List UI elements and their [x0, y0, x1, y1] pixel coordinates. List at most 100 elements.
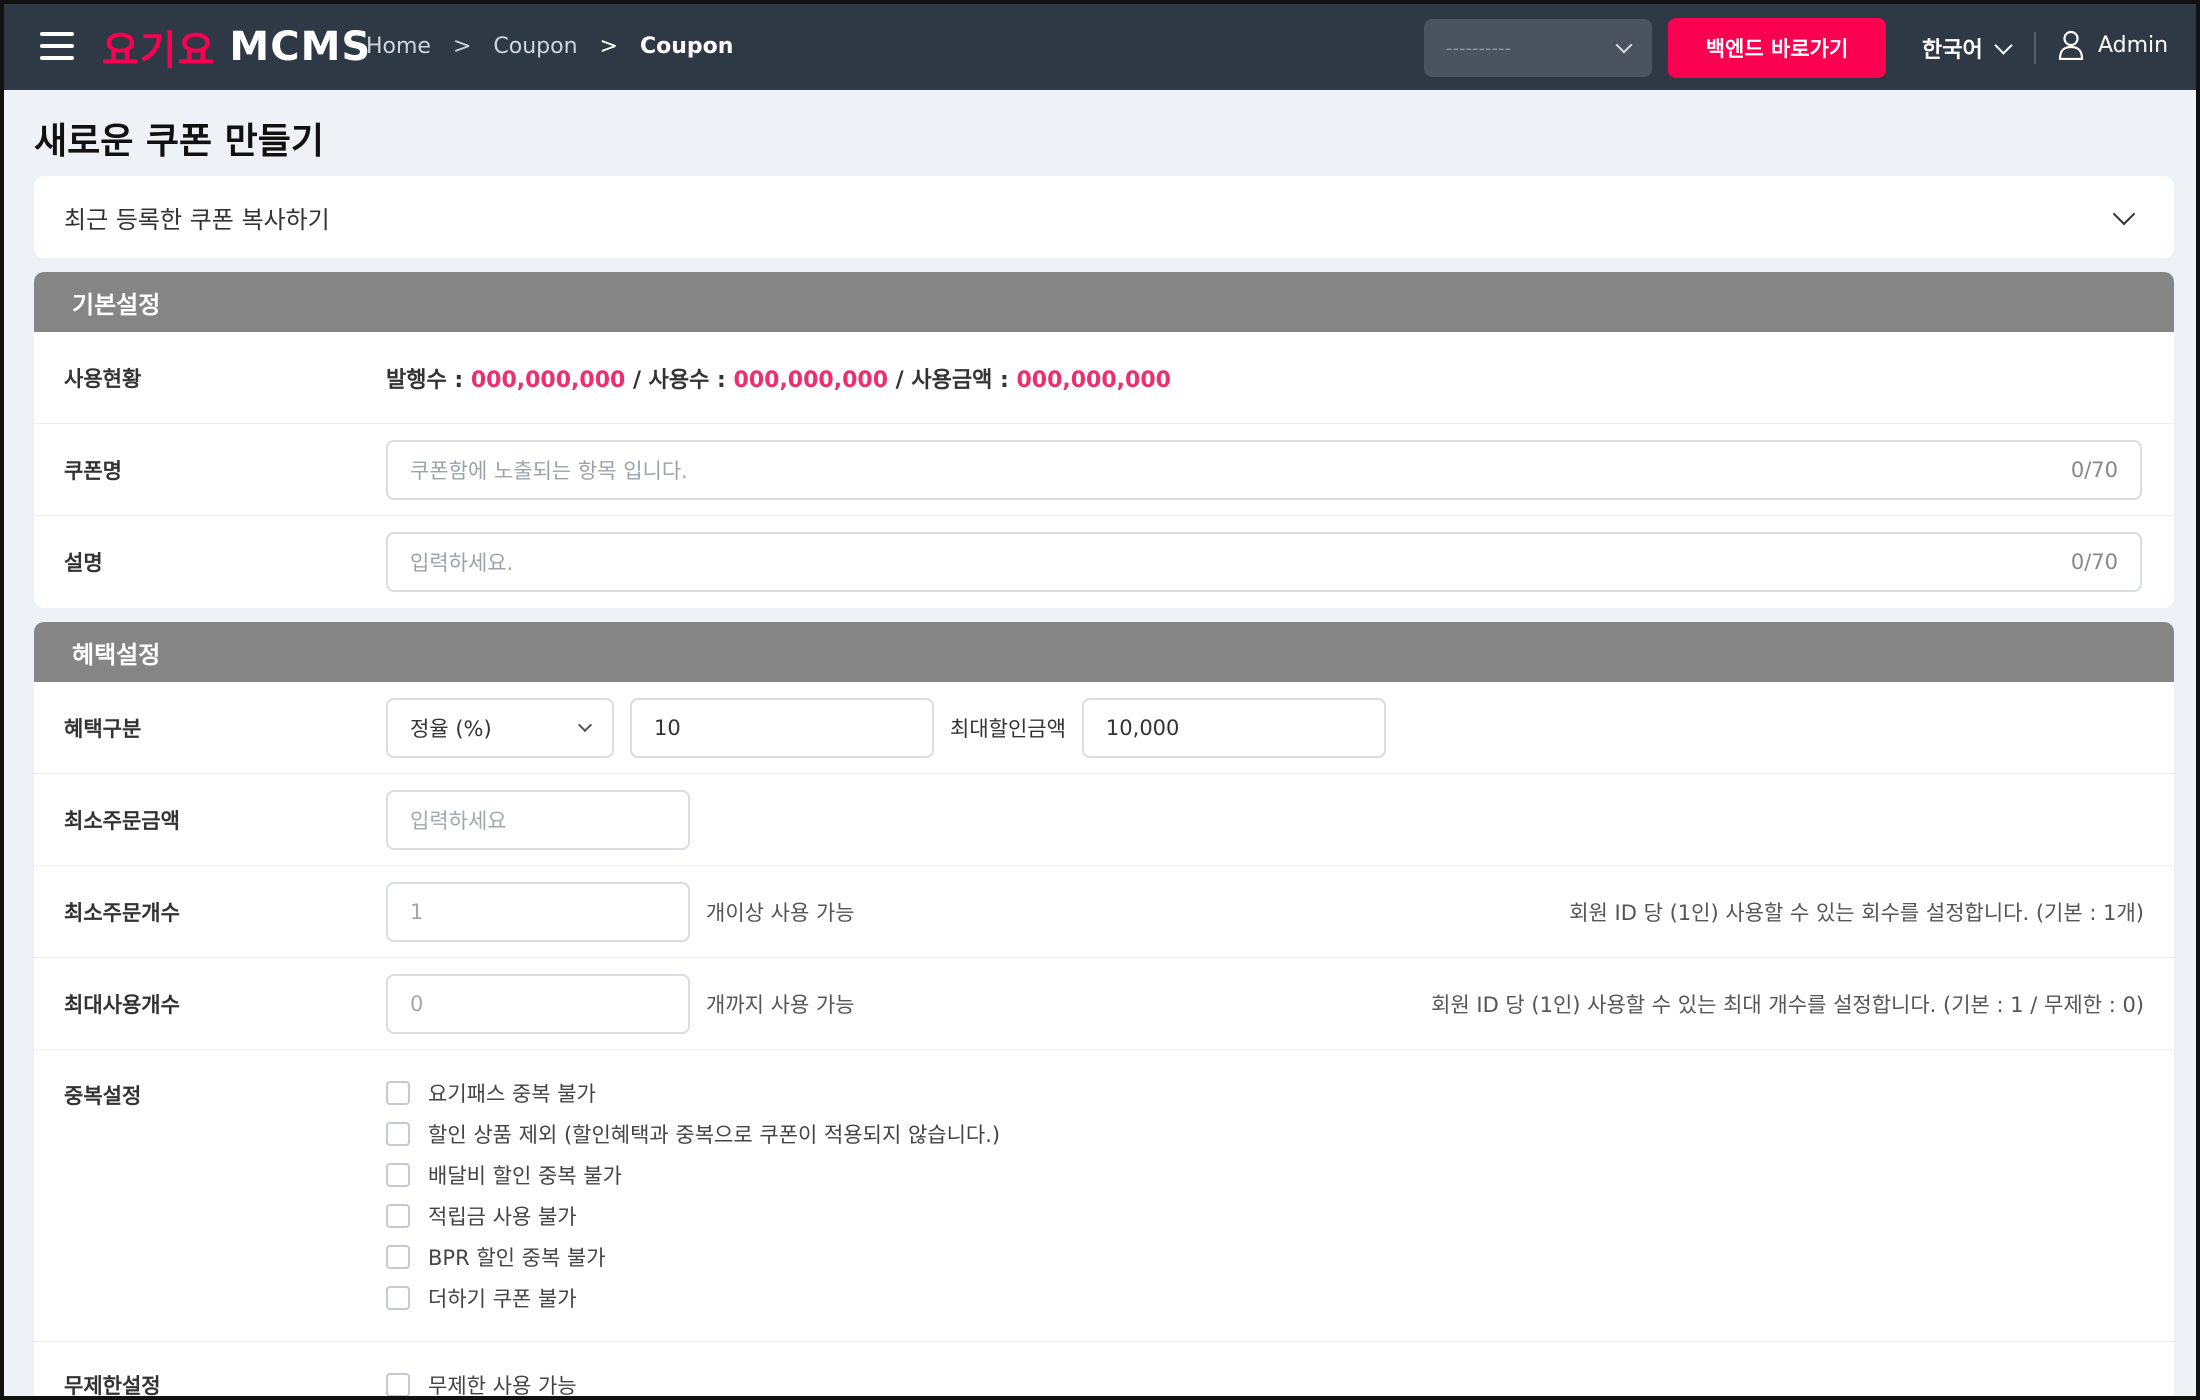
issued-label: 발행수 : [386, 367, 471, 393]
duplicate-option-label: 적립금 사용 불가 [428, 1204, 577, 1229]
basic-settings-section: 기본설정 사용현황 발행수 : 000,000,000 / 사용수 : 000,… [34, 272, 2174, 608]
amount-value: 000,000,000 [1016, 367, 1171, 393]
divider [2034, 32, 2036, 64]
duplicate-options: 요기패스 중복 불가 할인 상품 제외 (할인혜택과 중복으로 쿠폰이 적용되지… [386, 1072, 1000, 1318]
unlimited-row: 무제한설정 무제한 사용 가능 [34, 1342, 2174, 1398]
max-use-hint: 회원 ID 당 (1인) 사용할 수 있는 최대 개수를 설정합니다. (기본 … [1431, 992, 2144, 1017]
site-select[interactable]: ---------- [1424, 19, 1652, 77]
usage-row: 사용현황 발행수 : 000,000,000 / 사용수 : 000,000,0… [34, 332, 2174, 424]
description-char-count: 0/70 [2070, 550, 2118, 574]
breadcrumb-coupon[interactable]: Coupon [493, 34, 577, 59]
page-title: 새로운 쿠폰 만들기 [34, 121, 325, 162]
min-order-count-row: 최소주문개수 1 개이상 사용 가능 회원 ID 당 (1인) 사용할 수 있는… [34, 866, 2174, 958]
duplicate-option[interactable]: 적립금 사용 불가 [386, 1195, 1000, 1236]
min-order-count-placeholder: 1 [410, 899, 424, 924]
usage-stats: 발행수 : 000,000,000 / 사용수 : 000,000,000 / … [386, 362, 1171, 394]
max-use-input[interactable]: 0 [386, 973, 690, 1034]
benefit-type-row: 혜택구분 정율 (%) 10 최대할인금액 10,000 [34, 682, 2174, 774]
duplicate-option-label: 더하기 쿠폰 불가 [428, 1286, 577, 1311]
chevron-right-icon: > [599, 34, 618, 59]
checkbox[interactable] [386, 1121, 410, 1146]
description-label: 설명 [64, 551, 103, 575]
description-row: 설명 입력하세요. 0/70 [34, 516, 2174, 608]
max-use-row: 최대사용개수 0 개까지 사용 가능 회원 ID 당 (1인) 사용할 수 있는… [34, 958, 2174, 1050]
benefit-type-label: 혜택구분 [64, 716, 142, 741]
backend-shortcut-button[interactable]: 백엔드 바로가기 [1668, 18, 1886, 78]
duplicate-option[interactable]: BPR 할인 중복 불가 [386, 1236, 1000, 1277]
coupon-name-input[interactable]: 쿠폰함에 노출되는 항목 입니다. 0/70 [386, 439, 2142, 500]
copy-recent-coupon-label: 최근 등록한 쿠폰 복사하기 [64, 205, 330, 234]
logo-product: MCMS [229, 24, 372, 70]
duplicate-option[interactable]: 배달비 할인 중복 불가 [386, 1154, 1000, 1195]
section-title: 혜택설정 [34, 622, 2174, 682]
checkbox[interactable] [386, 1372, 410, 1396]
chevron-down-icon [2112, 202, 2136, 226]
benefit-type-select[interactable]: 정율 (%) [386, 697, 614, 758]
breadcrumb-current: Coupon [639, 34, 734, 59]
description-placeholder: 입력하세요. [410, 551, 514, 575]
discount-rate-value: 10 [654, 715, 681, 740]
min-order-amount-placeholder: 입력하세요 [410, 808, 507, 833]
checkbox[interactable] [386, 1080, 410, 1105]
min-order-count-suffix: 개이상 사용 가능 [706, 900, 855, 925]
breadcrumb-home[interactable]: Home [366, 34, 431, 59]
max-use-placeholder: 0 [410, 991, 424, 1016]
duplicate-option[interactable]: 할인 상품 제외 (할인혜택과 중복으로 쿠폰이 적용되지 않습니다.) [386, 1113, 1000, 1154]
duplicate-option-label: 할인 상품 제외 (할인혜택과 중복으로 쿠폰이 적용되지 않습니다.) [428, 1122, 1001, 1147]
max-discount-input[interactable]: 10,000 [1081, 697, 1386, 758]
used-label: / 사용수 : [625, 367, 734, 393]
chevron-down-icon [1615, 36, 1633, 54]
max-use-label: 최대사용개수 [64, 992, 180, 1017]
max-discount-label: 최대할인금액 [950, 716, 1066, 741]
unlimited-label: 무제한설정 [64, 1374, 161, 1398]
min-order-count-hint: 회원 ID 당 (1인) 사용할 수 있는 회수를 설정합니다. (기본 : 1… [1569, 900, 2144, 925]
min-order-amount-input[interactable]: 입력하세요 [386, 789, 690, 850]
language-label: 한국어 [1922, 38, 1983, 63]
max-discount-value: 10,000 [1105, 715, 1180, 740]
checkbox[interactable] [386, 1203, 410, 1228]
discount-rate-input[interactable]: 10 [630, 697, 934, 758]
min-order-count-label: 최소주문개수 [64, 900, 180, 925]
site-select-value: ---------- [1446, 37, 1511, 59]
min-order-amount-label: 최소주문금액 [64, 808, 180, 833]
benefit-settings-section: 혜택설정 혜택구분 정율 (%) 10 최대할인금액 10,000 최소주문금액… [34, 622, 2174, 1398]
coupon-name-placeholder: 쿠폰함에 노출되는 항목 입니다. [410, 458, 688, 483]
section-title: 기본설정 [34, 272, 2174, 332]
user-menu[interactable]: Admin [2058, 30, 2168, 60]
app-window: 요기요 MCMS Home > Coupon > Coupon --------… [0, 0, 2200, 1400]
logo-brand: 요기요 [102, 28, 216, 74]
duplicate-option[interactable]: 더하기 쿠폰 불가 [386, 1277, 1000, 1318]
benefit-type-value: 정율 (%) [410, 716, 492, 741]
chevron-right-icon: > [452, 34, 472, 59]
unlimited-option-label: 무제한 사용 가능 [428, 1373, 577, 1398]
used-value: 000,000,000 [733, 367, 889, 393]
language-select[interactable]: 한국어 [1922, 32, 2013, 64]
checkbox[interactable] [386, 1285, 410, 1310]
checkbox[interactable] [386, 1244, 410, 1269]
min-order-amount-row: 최소주문금액 입력하세요 [34, 774, 2174, 866]
coupon-name-char-count: 0/70 [2070, 457, 2118, 482]
chevron-down-icon [577, 717, 593, 732]
min-order-count-input[interactable]: 1 [386, 881, 690, 942]
description-input[interactable]: 입력하세요. 0/70 [386, 532, 2142, 592]
duplicate-option-label: BPR 할인 중복 불가 [428, 1245, 606, 1270]
logo[interactable]: 요기요 MCMS [102, 22, 372, 74]
duplicate-option[interactable]: 요기패스 중복 불가 [386, 1072, 1000, 1113]
issued-value: 000,000,000 [470, 367, 626, 393]
chevron-down-icon [1994, 35, 2013, 55]
user-icon [2058, 30, 2084, 60]
amount-label: / 사용금액 : [888, 367, 1017, 393]
max-use-suffix: 개까지 사용 가능 [706, 992, 855, 1017]
coupon-name-label: 쿠폰명 [64, 458, 122, 483]
unlimited-option[interactable]: 무제한 사용 가능 [386, 1364, 577, 1398]
duplicate-label: 중복설정 [64, 1084, 142, 1108]
menu-icon[interactable] [40, 32, 74, 60]
user-name: Admin [2098, 32, 2169, 58]
duplicate-option-label: 배달비 할인 중복 불가 [428, 1163, 622, 1188]
copy-recent-coupon-accordion[interactable]: 최근 등록한 쿠폰 복사하기 [34, 176, 2174, 258]
checkbox[interactable] [386, 1162, 410, 1187]
coupon-name-row: 쿠폰명 쿠폰함에 노출되는 항목 입니다. 0/70 [34, 424, 2174, 516]
duplicate-option-label: 요기패스 중복 불가 [428, 1081, 596, 1106]
top-navigation-bar: 요기요 MCMS Home > Coupon > Coupon --------… [4, 4, 2196, 90]
duplicate-row: 중복설정 요기패스 중복 불가 할인 상품 제외 (할인혜택과 중복으로 쿠폰이… [34, 1050, 2174, 1342]
